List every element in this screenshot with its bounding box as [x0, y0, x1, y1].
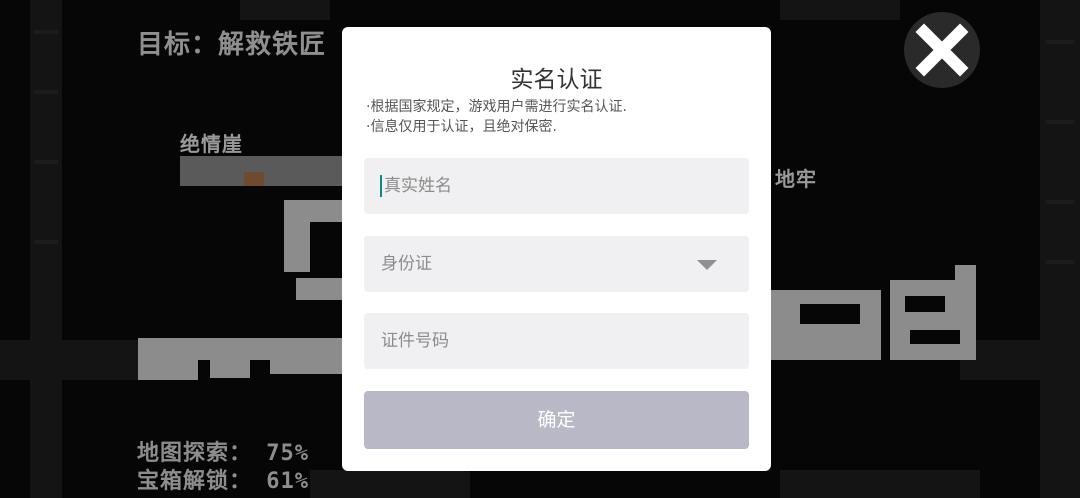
confirm-button[interactable]: 确定 [364, 391, 749, 449]
notice-line: ·信息仅用于认证，且绝对保密. [366, 119, 557, 135]
chests-unlocked-stat: 宝箱解锁： 61% [137, 469, 309, 494]
text-caret [380, 175, 382, 197]
real-name-verification-dialog: 实名认证 ·根据国家规定，游戏用户需进行实名认证. ·信息仅用于认证，且绝对保密… [342, 27, 771, 471]
id-type-select[interactable]: 身份证 [364, 236, 749, 292]
id-number-placeholder: 证件号码 [381, 331, 449, 351]
triangle-down-icon[interactable] [697, 260, 717, 270]
id-type-selected: 身份证 [381, 254, 432, 274]
objective-text: 目标：解救铁匠 [137, 30, 327, 60]
notice-line: ·根据国家规定，游戏用户需进行实名认证. [366, 99, 627, 115]
id-number-input[interactable]: 证件号码 [364, 313, 749, 369]
area-label-dungeon: 地牢 [775, 167, 817, 191]
dialog-title: 实名认证 [510, 67, 603, 93]
real-name-placeholder: 真实姓名 [384, 176, 452, 196]
map-explored-stat: 地图探索： 75% [137, 441, 309, 466]
notice-text: ·根据国家规定，游戏用户需进行实名认证. ·信息仅用于认证，且绝对保密. [366, 97, 627, 137]
exploration-stats: 地图探索： 75% 宝箱解锁： 61% [137, 440, 309, 496]
close-icon [915, 23, 969, 77]
area-label-cliff: 绝情崖 [180, 132, 243, 156]
real-name-input[interactable]: 真实姓名 [364, 158, 749, 214]
close-button[interactable] [904, 12, 980, 88]
